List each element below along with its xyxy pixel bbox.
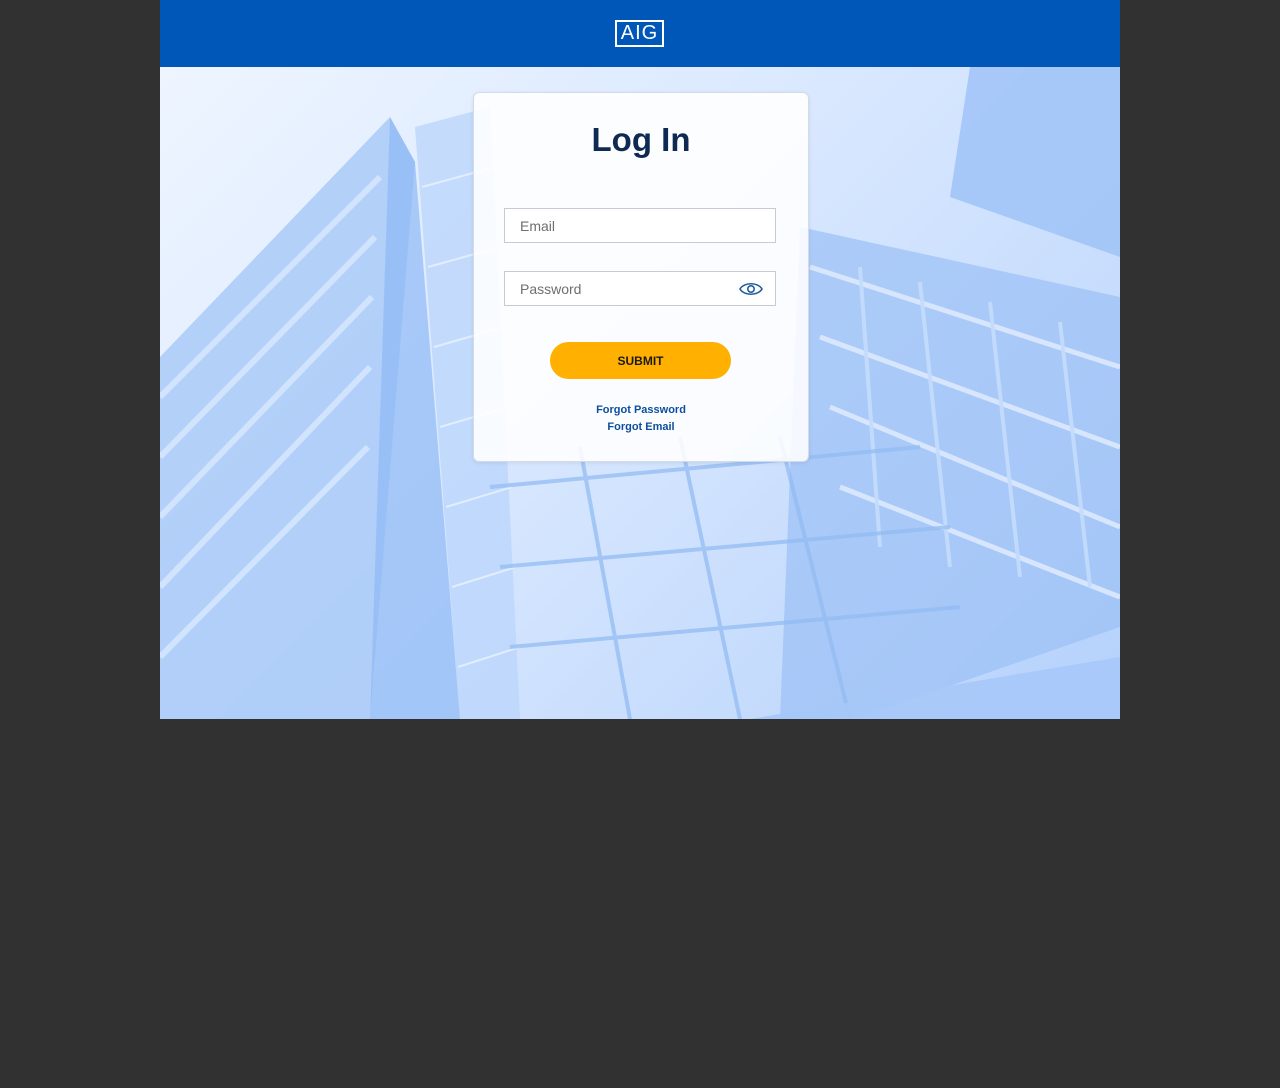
forgot-password-link[interactable]: Forgot Password: [474, 404, 808, 416]
header-bar: AIG: [160, 0, 1120, 67]
eye-icon[interactable]: [739, 280, 763, 298]
login-card: Log In SUBMIT Forgot Password Forgot Ema…: [473, 92, 809, 462]
email-field[interactable]: [504, 208, 776, 243]
submit-button[interactable]: SUBMIT: [550, 342, 731, 379]
email-input[interactable]: [505, 209, 775, 242]
aig-logo: AIG: [615, 20, 664, 47]
password-field[interactable]: [504, 271, 776, 306]
password-input[interactable]: [505, 272, 775, 305]
login-title: Log In: [591, 121, 691, 158]
login-page: AIG Log In Email SUBMIT Forgot Password …: [160, 0, 1120, 719]
forgot-email-link[interactable]: Forgot Email: [474, 421, 808, 433]
